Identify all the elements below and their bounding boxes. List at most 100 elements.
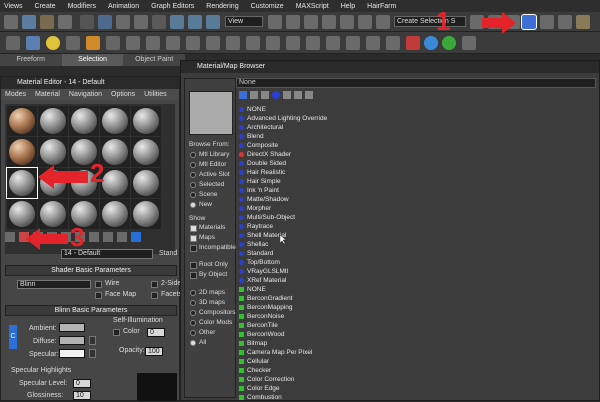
tab-selection[interactable]: Selection [61, 54, 124, 66]
toolbar2-icon-i[interactable] [206, 36, 220, 50]
get-material-icon[interactable] [5, 232, 15, 242]
render-teapot-icon[interactable] [576, 15, 590, 29]
sample-slot[interactable] [7, 137, 37, 167]
materials-checkbox[interactable] [190, 225, 197, 232]
menu-hairfarm[interactable]: HairFarm [367, 3, 396, 10]
light-icon[interactable] [46, 36, 60, 50]
material-list-item[interactable]: Composite [239, 141, 278, 150]
radio-other[interactable] [190, 330, 196, 336]
toolbar2-icon-o[interactable] [326, 36, 340, 50]
select-by-name-icon[interactable] [116, 15, 130, 29]
radio-scene[interactable] [190, 192, 196, 198]
unlink-icon[interactable] [40, 15, 54, 29]
me-menu-navigation[interactable]: Navigation [69, 89, 102, 100]
map-list-item[interactable]: Checker [239, 366, 271, 375]
toolbar2-icon-a[interactable] [6, 36, 20, 50]
map-list-item[interactable]: BerconWood [239, 330, 284, 339]
select-filter-icon[interactable] [80, 15, 94, 29]
rotate-icon[interactable] [188, 15, 202, 29]
rendered-frame-icon[interactable] [558, 15, 572, 29]
spinner-snap-icon[interactable] [376, 15, 390, 29]
radio-active-slot[interactable] [190, 172, 196, 178]
browser-search-field[interactable]: None [236, 78, 596, 88]
box-icon[interactable] [26, 36, 40, 50]
root-only-checkbox[interactable] [190, 262, 197, 269]
menu-modifiers[interactable]: Modifiers [68, 3, 96, 10]
named-selection-set[interactable]: Create Selection S [394, 16, 466, 27]
map-list-item[interactable]: Cellular [239, 357, 269, 366]
material-list-item[interactable]: Hair Realistic [239, 168, 285, 177]
sample-slot[interactable] [38, 137, 68, 167]
self-illum-color-checkbox[interactable] [113, 329, 120, 336]
toolbar2-icon-g[interactable] [166, 36, 180, 50]
material-list-item[interactable]: Ink 'n Paint [239, 186, 279, 195]
material-list-item[interactable]: Morpher [239, 204, 271, 213]
shader-type-select[interactable]: Blinn [17, 280, 91, 289]
sample-slot[interactable] [100, 199, 130, 229]
map-list-item[interactable]: Color Correction [239, 375, 294, 384]
material-list-item[interactable]: Matte/Shadow [239, 195, 289, 204]
wire-checkbox[interactable] [95, 281, 102, 288]
sample-slot[interactable] [69, 106, 99, 136]
pivot-icon[interactable] [268, 15, 282, 29]
menu-create[interactable]: Create [35, 3, 56, 10]
blinn-basic-parameters-header[interactable]: Blinn Basic Parameters [5, 305, 177, 316]
tab-object-paint[interactable]: Object Paint [123, 54, 185, 66]
toolbar2-icon-h[interactable] [186, 36, 200, 50]
glossiness-value[interactable]: 10 [73, 391, 91, 400]
diffuse-map-button[interactable] [89, 336, 96, 345]
map-list-item[interactable]: Color Edge [239, 384, 280, 393]
sample-slot[interactable] [100, 106, 130, 136]
toolbar2-icon-m[interactable] [286, 36, 300, 50]
sample-slot[interactable] [7, 199, 37, 229]
sample-slot[interactable] [38, 106, 68, 136]
show-map-icon[interactable] [117, 232, 127, 242]
window-crossing-icon[interactable] [152, 15, 166, 29]
link-icon[interactable] [22, 15, 36, 29]
undo-icon[interactable] [4, 15, 18, 29]
map-list-item[interactable]: BerconGradient [239, 294, 293, 303]
keyboard-shortcut-icon[interactable] [304, 15, 318, 29]
select-object-icon[interactable] [98, 15, 112, 29]
toolbar2-icon-l[interactable] [266, 36, 280, 50]
radio-compositors[interactable] [190, 310, 196, 316]
material-list-item[interactable]: Architectural [239, 123, 283, 132]
radio-color-mods[interactable] [190, 320, 196, 326]
effects-channel-icon[interactable] [103, 232, 113, 242]
bind-icon[interactable] [58, 15, 72, 29]
map-list-item[interactable]: NONE [239, 285, 266, 294]
specular-level-value[interactable]: 0 [73, 379, 91, 388]
toolbar2-icon-u[interactable] [462, 36, 476, 50]
toolbar2-icon-q[interactable] [366, 36, 380, 50]
material-list-item[interactable]: Hair Simple [239, 177, 281, 186]
me-menu-material[interactable]: Material [35, 89, 60, 100]
map-list-item[interactable]: BerconTile [239, 321, 278, 330]
material-editor-icon[interactable] [521, 14, 537, 30]
material-list-item[interactable]: Top/Bottom [239, 258, 280, 267]
select-manipulate-icon[interactable] [286, 15, 300, 29]
toolbar2-icon-s[interactable] [406, 36, 420, 50]
material-list-item[interactable]: DirectX Shader [239, 150, 291, 159]
material-list-item[interactable]: Multi/Sub-Object [239, 213, 295, 222]
sample-slot[interactable] [38, 199, 68, 229]
toolbar2-icon-p[interactable] [346, 36, 360, 50]
sample-slot[interactable] [100, 137, 130, 167]
move-icon[interactable] [170, 15, 184, 29]
menu-customize[interactable]: Customize [251, 3, 284, 10]
sample-slot[interactable] [100, 168, 130, 198]
sample-slot[interactable] [131, 137, 161, 167]
menu-maxscript[interactable]: MAXScript [296, 3, 329, 10]
radio-selected[interactable] [190, 182, 196, 188]
ambient-color-swatch[interactable] [59, 323, 85, 332]
faceted-checkbox[interactable] [151, 292, 158, 299]
specular-map-button[interactable] [89, 349, 96, 358]
material-list-item[interactable]: Advanced Lighting Override [239, 114, 327, 123]
map-list-item[interactable]: Bitmap [239, 339, 267, 348]
toolbar2-icon-d[interactable] [106, 36, 120, 50]
radio-3d-maps[interactable] [190, 300, 196, 306]
map-list-item[interactable]: Camera Map Per Pixel [239, 348, 312, 357]
face-map-checkbox[interactable] [95, 292, 102, 299]
material-list-item[interactable]: XRef Material [239, 276, 286, 285]
material-list-item[interactable]: NONE [239, 105, 266, 114]
menu-rendering[interactable]: Rendering [206, 3, 238, 10]
